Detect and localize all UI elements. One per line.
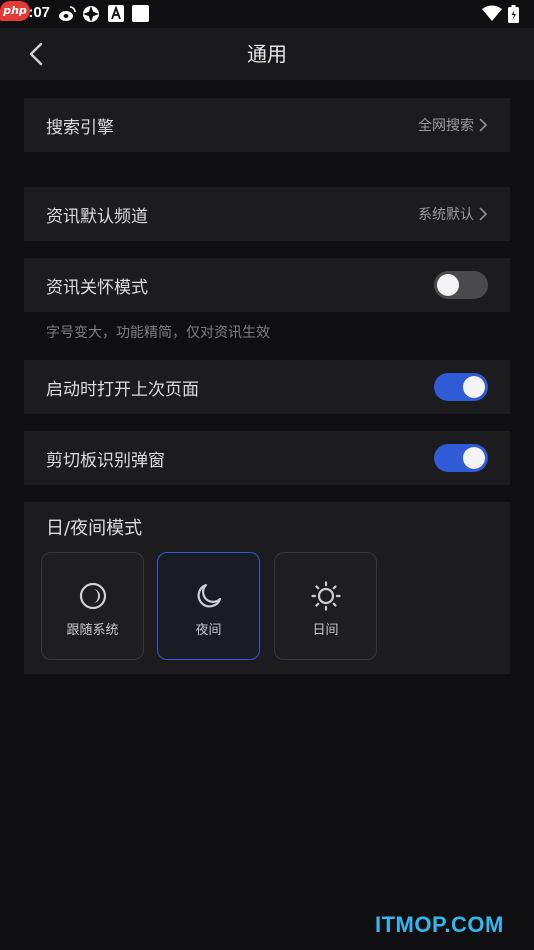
news-channel-row[interactable]: 资讯默认频道 系统默认 — [24, 187, 510, 241]
square-icon — [132, 5, 149, 22]
theme-option-night[interactable]: 夜间 — [157, 552, 260, 660]
a-icon — [108, 5, 124, 22]
toggle-knob — [463, 447, 485, 469]
toggle-knob — [463, 376, 485, 398]
search-engine-label: 搜索引擎 — [46, 117, 114, 138]
sun-icon — [311, 581, 341, 611]
back-arrow-icon[interactable] — [26, 42, 46, 66]
shutter-icon — [83, 6, 99, 22]
search-engine-row[interactable]: 搜索引擎 全网搜索 — [24, 98, 510, 152]
reopen-last-toggle[interactable] — [434, 373, 488, 401]
php-logo: php — [0, 1, 30, 21]
care-mode-label: 资讯关怀模式 — [46, 277, 148, 298]
watermark: ITMOP.COM — [375, 912, 504, 937]
chevron-right-icon — [479, 207, 488, 221]
clipboard-popup-label: 剪切板识别弹窗 — [46, 450, 165, 471]
theme-option-follow-system[interactable]: 跟随系统 — [41, 552, 144, 660]
app-header: 通用 — [0, 28, 534, 80]
wifi-icon — [482, 5, 502, 21]
follow-system-icon — [79, 582, 107, 610]
weibo-icon — [59, 6, 76, 21]
theme-panel-title: 日/夜间模式 — [46, 518, 143, 539]
page-title: 通用 — [247, 42, 287, 66]
theme-panel: 日/夜间模式 跟随系统 夜间 日间 — [24, 502, 510, 674]
battery-icon — [508, 5, 519, 23]
theme-option-label: 日间 — [312, 623, 339, 638]
reopen-last-row: 启动时打开上次页面 — [24, 360, 510, 414]
reopen-last-label: 启动时打开上次页面 — [46, 379, 199, 400]
theme-option-day[interactable]: 日间 — [274, 552, 377, 660]
toggle-knob — [437, 274, 459, 296]
care-mode-hint: 字号变大，功能精简，仅对资讯生效 — [46, 325, 270, 341]
news-channel-value: 系统默认 — [418, 207, 474, 223]
care-mode-row: 资讯关怀模式 — [24, 258, 510, 312]
clipboard-popup-toggle[interactable] — [434, 444, 488, 472]
chevron-right-icon — [479, 118, 488, 132]
clipboard-popup-row: 剪切板识别弹窗 — [24, 431, 510, 485]
search-engine-value: 全网搜索 — [418, 118, 474, 134]
status-bar: 5:07 php — [0, 0, 534, 28]
theme-option-label: 跟随系统 — [66, 623, 119, 638]
care-mode-toggle[interactable] — [434, 271, 488, 299]
moon-icon — [197, 583, 222, 608]
news-channel-label: 资讯默认频道 — [46, 206, 148, 227]
theme-option-label: 夜间 — [195, 623, 222, 638]
